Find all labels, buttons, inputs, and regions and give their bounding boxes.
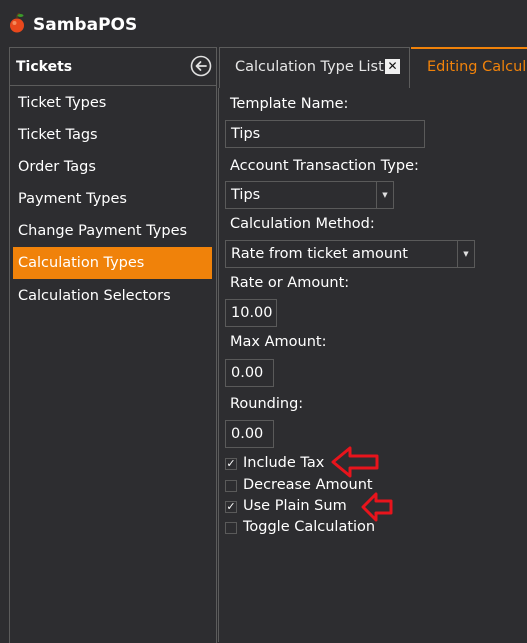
account-transaction-type-select[interactable]: Tips ▼	[225, 181, 394, 209]
sidebar-item-change-payment-types[interactable]: Change Payment Types	[13, 215, 212, 247]
account-transaction-type-label: Account Transaction Type:	[230, 158, 419, 174]
sidebar-item-payment-types[interactable]: Payment Types	[13, 183, 212, 215]
title-bar: SambaPOS	[0, 0, 527, 46]
include-tax-checkbox[interactable]: ✓	[225, 458, 237, 470]
max-amount-label: Max Amount:	[230, 334, 327, 350]
sidebar-item-ticket-types[interactable]: Ticket Types	[13, 87, 212, 119]
circle-arrow-left-icon[interactable]	[190, 55, 212, 77]
rounding-input[interactable]: 0.00	[225, 420, 274, 448]
sidebar-item-calculation-selectors[interactable]: Calculation Selectors	[13, 280, 212, 312]
red-outline-arrow-left-icon	[331, 446, 379, 478]
sidebar-item-ticket-tags[interactable]: Ticket Tags	[13, 119, 212, 151]
apple-logo-icon	[10, 13, 24, 33]
red-outline-arrow-left-icon	[361, 492, 393, 522]
sidebar-item-order-tags[interactable]: Order Tags	[13, 151, 212, 183]
use-plain-sum-label: Use Plain Sum	[243, 498, 347, 514]
account-transaction-type-value: Tips	[231, 187, 261, 203]
use-plain-sum-checkbox[interactable]: ✓	[225, 501, 237, 513]
sidebar-item-calculation-types[interactable]: Calculation Types	[13, 247, 212, 279]
max-amount-input[interactable]: 0.00	[225, 359, 274, 387]
decrease-amount-label: Decrease Amount	[243, 477, 373, 493]
calculation-method-select[interactable]: Rate from ticket amount ▼	[225, 240, 475, 268]
rate-input[interactable]: 10.00	[225, 299, 277, 327]
toggle-calculation-checkbox[interactable]	[225, 522, 237, 534]
calculation-method-label: Calculation Method:	[230, 216, 375, 232]
toggle-calculation-label: Toggle Calculation	[243, 519, 376, 535]
tab-label: Editing Calcula	[427, 59, 527, 75]
chevron-down-icon[interactable]: ▼	[376, 182, 393, 208]
tab-editing-calculation[interactable]: Editing Calcula	[411, 47, 527, 88]
tab-label: Calculation Type List	[235, 59, 384, 75]
calculation-method-value: Rate from ticket amount	[231, 246, 408, 262]
app-title: SambaPOS	[33, 15, 138, 35]
left-panel: Tickets Ticket Types Ticket Tags Order T…	[9, 47, 217, 643]
rounding-label: Rounding:	[230, 396, 304, 412]
left-panel-title: Tickets	[16, 59, 73, 75]
left-panel-header: Tickets	[10, 48, 216, 86]
template-name-label: Template Name:	[230, 96, 349, 112]
tab-strip: Calculation Type List ✕ Editing Calcula	[218, 44, 527, 88]
include-tax-label: Include Tax	[243, 455, 325, 471]
tab-calculation-type-list[interactable]: Calculation Type List ✕	[219, 47, 410, 88]
rate-label: Rate or Amount:	[230, 275, 350, 291]
chevron-down-icon[interactable]: ▼	[457, 241, 474, 267]
edit-form: Template Name: Tips Account Transaction …	[218, 88, 527, 642]
close-icon[interactable]: ✕	[385, 59, 400, 74]
template-name-input[interactable]: Tips	[225, 120, 425, 148]
decrease-amount-checkbox[interactable]	[225, 480, 237, 492]
